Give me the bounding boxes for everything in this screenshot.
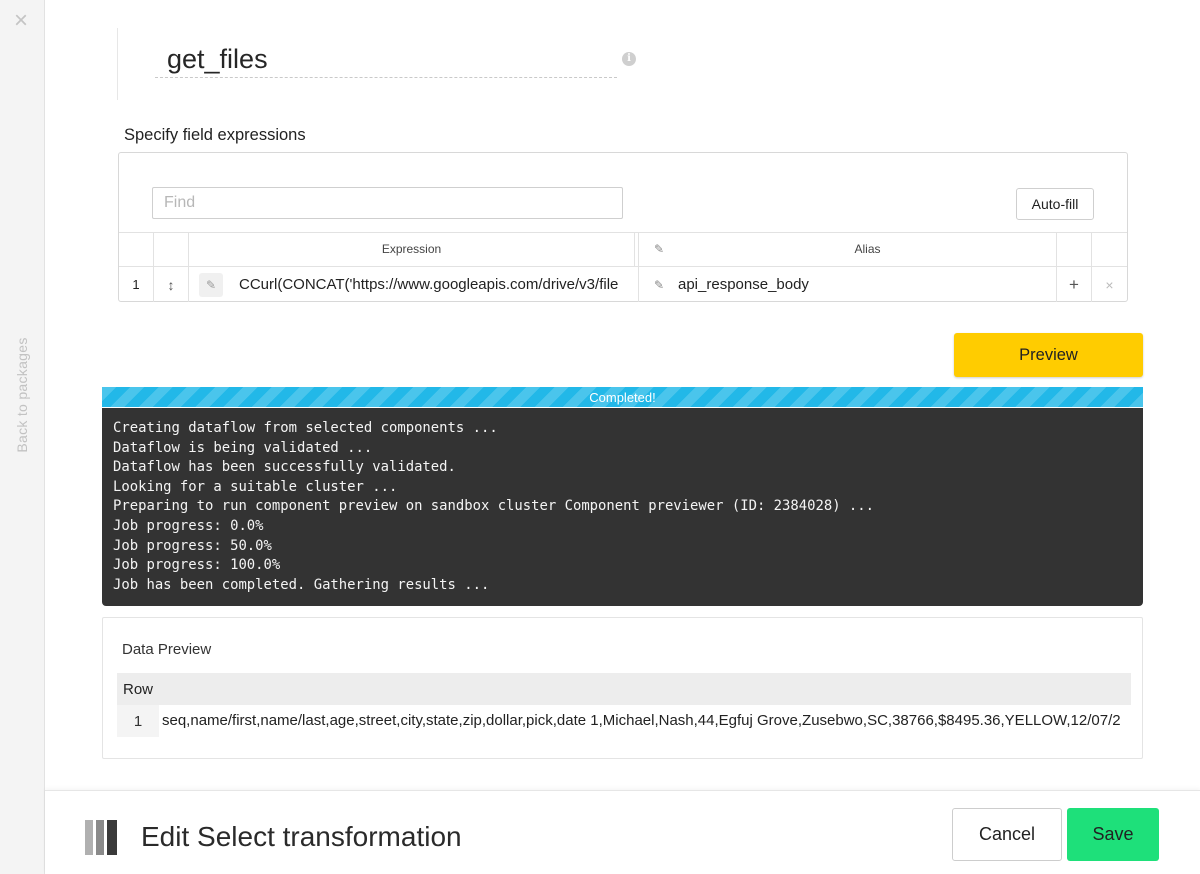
log-line: Job progress: 0.0% — [113, 517, 264, 534]
back-to-packages-link[interactable]: Back to packages — [14, 337, 30, 452]
footer: Edit Select transformation Cancel Save — [45, 790, 1200, 874]
alias-column-header: Alias — [854, 242, 881, 256]
section-title: Specify field expressions — [124, 126, 306, 144]
alias-input[interactable]: api_response_body — [678, 267, 809, 302]
row-index: 1 — [132, 277, 140, 292]
log-line: Dataflow is being validated ... — [113, 439, 373, 456]
data-preview-panel: Data Preview Row 1 seq,name/first,name/l… — [102, 617, 1143, 759]
edit-expression-button[interactable]: ✎ — [197, 267, 225, 302]
component-name-field[interactable]: get_files — [155, 40, 617, 78]
sidebar: × Back to packages — [0, 0, 45, 874]
progress-bar: Completed! — [102, 387, 1143, 407]
data-row-index: 1 — [117, 705, 159, 737]
log-line: Looking for a suitable cluster ... — [113, 478, 398, 495]
log-line: Job progress: 100.0% — [113, 557, 281, 574]
row-column-header: Row — [122, 680, 153, 698]
log-line: Job has been completed. Gathering result… — [113, 576, 490, 593]
log-line: Job progress: 50.0% — [113, 537, 272, 554]
save-button[interactable]: Save — [1067, 808, 1159, 861]
progress-status-text: Completed! — [589, 389, 656, 405]
drag-handle-icon[interactable]: ↕ — [154, 267, 188, 302]
close-icon[interactable]: × — [10, 9, 32, 33]
name-bracket-divider — [117, 28, 118, 100]
remove-row-icon[interactable]: × — [1092, 267, 1127, 302]
pencil-icon[interactable]: ✎ — [639, 232, 679, 266]
footer-title: Edit Select transformation — [141, 821, 462, 852]
info-icon[interactable]: i — [622, 52, 636, 66]
pencil-icon[interactable]: ✎ — [639, 267, 679, 302]
preview-log: Creating dataflow from selected componen… — [102, 408, 1143, 606]
log-line: Creating dataflow from selected componen… — [113, 420, 498, 436]
data-row-value: seq,name/first,name/last,age,street,city… — [162, 712, 1121, 729]
expression-input[interactable]: CCurl(CONCAT('https://www.googleapis.com… — [239, 267, 618, 302]
data-preview-header: Row — [117, 673, 1131, 705]
log-line: Preparing to run component preview on sa… — [113, 498, 875, 515]
expression-column-header: Expression — [381, 242, 442, 256]
table-divider — [634, 232, 635, 266]
data-preview-title: Data Preview — [122, 641, 212, 658]
select-transformation-icon — [85, 820, 120, 855]
cancel-button[interactable]: Cancel — [952, 808, 1062, 861]
log-line: Dataflow has been successfully validated… — [113, 459, 456, 476]
preview-button[interactable]: Preview — [954, 333, 1143, 377]
field-expressions-panel: Auto-fill Expression ✎ Alias 1 ↕ ✎ CCurl… — [118, 152, 1128, 302]
find-input[interactable] — [152, 187, 623, 219]
expressions-table: Expression ✎ Alias 1 ↕ ✎ CCurl(CONCAT('h… — [119, 232, 1127, 302]
add-row-icon[interactable]: + — [1057, 267, 1091, 302]
edit-icon: ✎ — [199, 272, 223, 297]
auto-fill-button[interactable]: Auto-fill — [1016, 188, 1094, 220]
